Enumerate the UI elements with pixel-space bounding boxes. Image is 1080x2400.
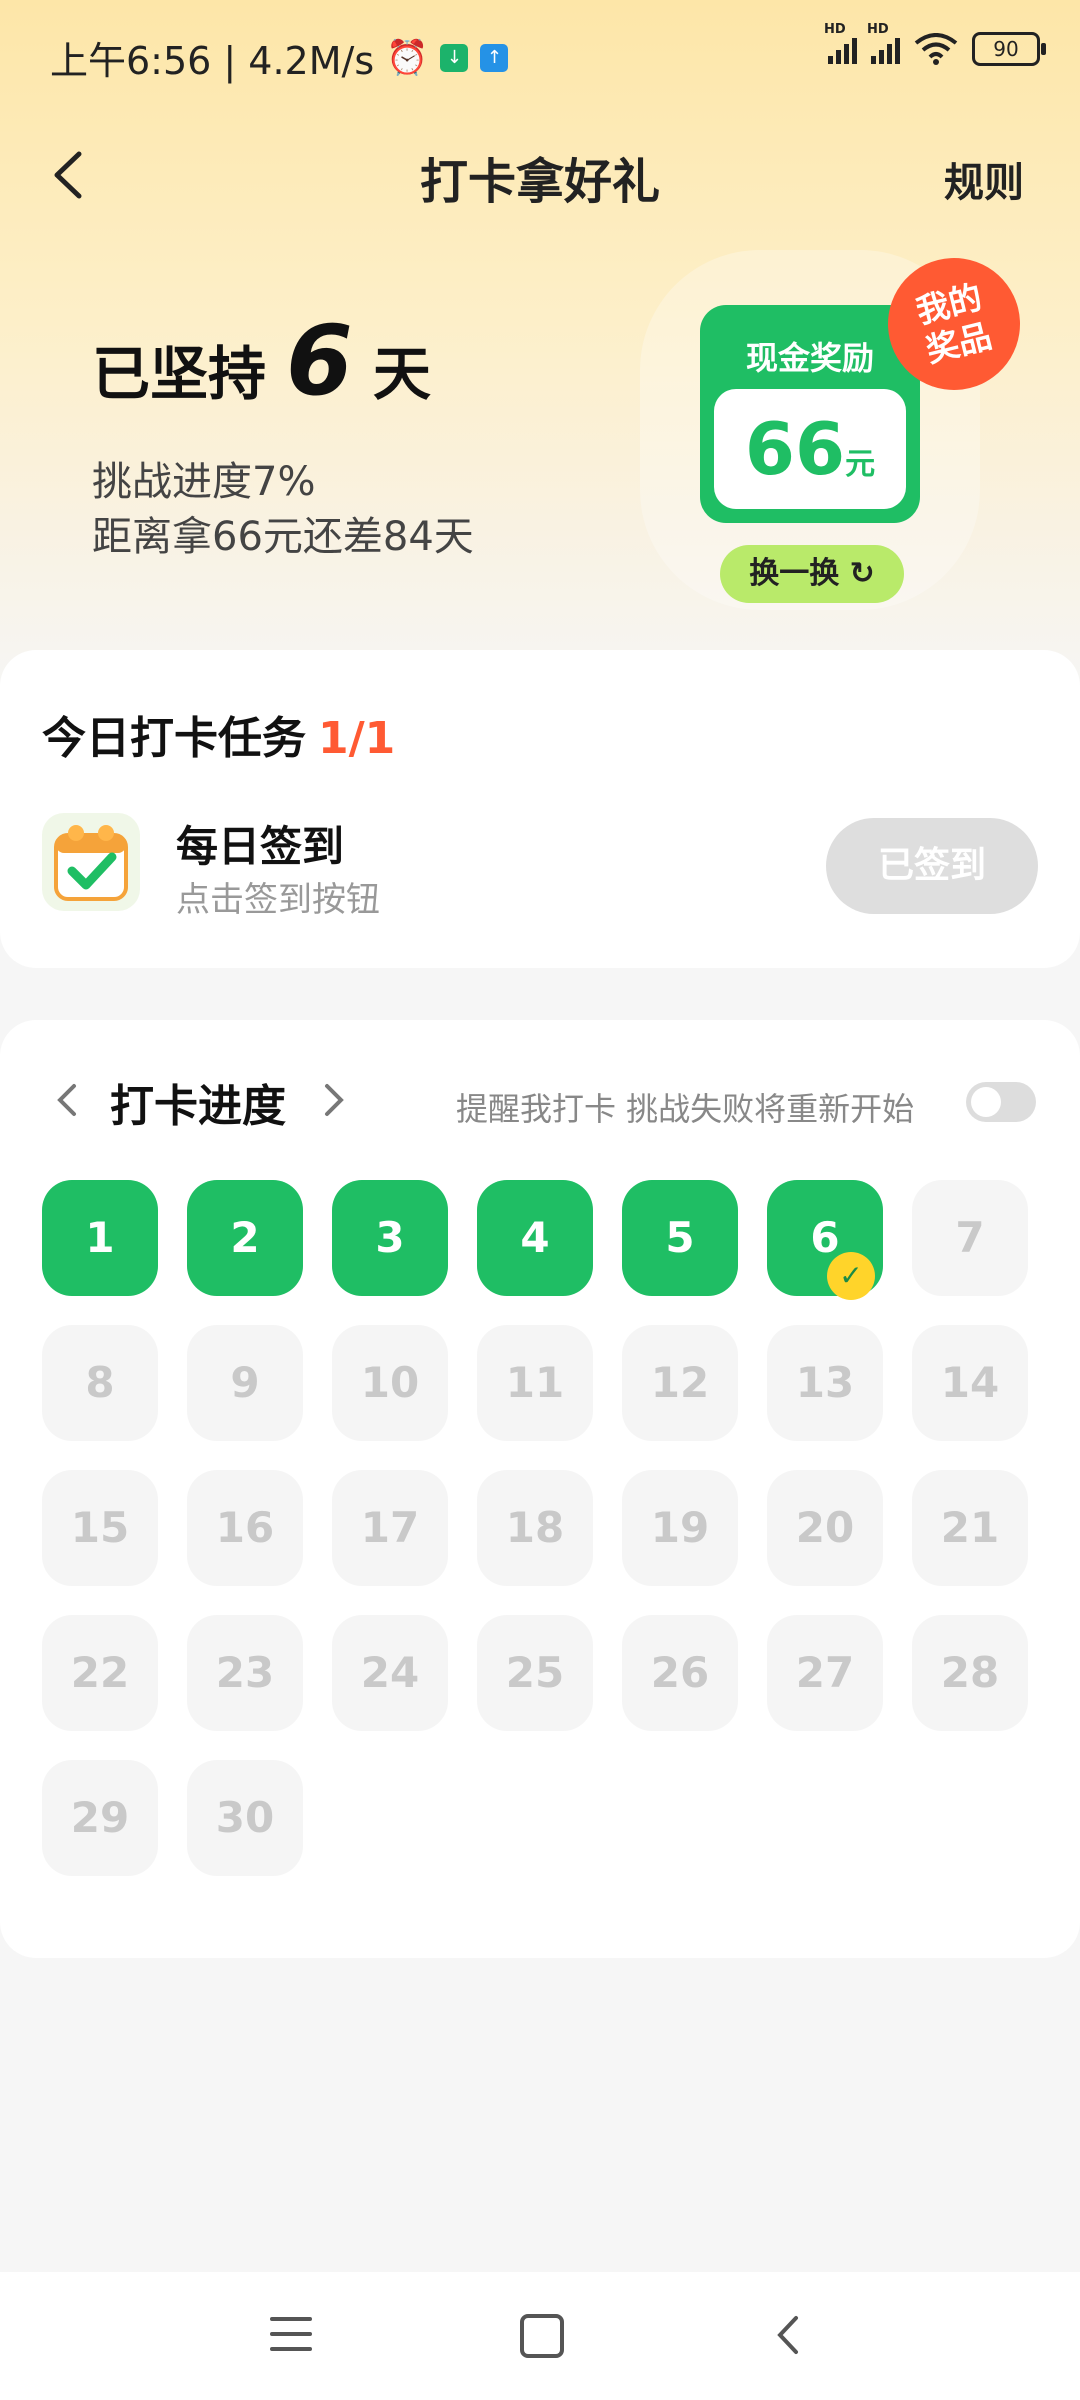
reward-unit: 元 <box>845 447 876 482</box>
reward-amount: 66 <box>744 407 846 491</box>
day-cell-14[interactable]: 14 <box>912 1325 1028 1441</box>
day-cell-19[interactable]: 19 <box>622 1470 738 1586</box>
status-time-speed: 上午6:56 | 4.2M/s <box>50 39 375 83</box>
day-cell-10[interactable]: 10 <box>332 1325 448 1441</box>
status-right: HD HD 90 <box>824 22 1046 66</box>
progress-header: 打卡进度 提醒我打卡 挑战失败将重新开始 <box>0 1060 1080 1140</box>
day-cell-29[interactable]: 29 <box>42 1760 158 1876</box>
day-cell-24[interactable]: 24 <box>332 1615 448 1731</box>
signed-in-button[interactable]: 已签到 <box>826 818 1038 914</box>
streak-suffix: 天 <box>372 340 431 408</box>
day-cell-18[interactable]: 18 <box>477 1470 593 1586</box>
status-left: 上午6:56 | 4.2M/s ⏰ ↓ ↑ <box>50 30 509 85</box>
day-cell-25[interactable]: 25 <box>477 1615 593 1731</box>
day-cell-26[interactable]: 26 <box>622 1615 738 1731</box>
hd-label-2: HD <box>867 22 889 37</box>
day-cell-12[interactable]: 12 <box>622 1325 738 1441</box>
day-cell-30[interactable]: 30 <box>187 1760 303 1876</box>
cellular-signal-icon-2: HD <box>867 22 900 64</box>
top-bar: 打卡拿好礼 规则 <box>0 130 1080 220</box>
calendar-check-icon <box>42 813 140 911</box>
reminder-toggle[interactable] <box>966 1082 1036 1122</box>
day-cell-17[interactable]: 17 <box>332 1470 448 1586</box>
status-bar: 上午6:56 | 4.2M/s ⏰ ↓ ↑ HD HD 90 <box>0 0 1080 110</box>
refresh-icon: ↻ <box>849 556 875 591</box>
day-cell-28[interactable]: 28 <box>912 1615 1028 1731</box>
previous-period-icon[interactable] <box>50 1080 86 1120</box>
progress-text: 挑战进度7% 距离拿66元还差84天 <box>92 455 474 565</box>
remaining-days-text: 距离拿66元还差84天 <box>92 514 474 560</box>
alarm-icon: ⏰ <box>386 37 429 78</box>
home-icon[interactable] <box>520 2314 564 2358</box>
day-grid: 1 2 3 4 5 6 ✓ 7 8 9 10 11 12 13 14 15 16 17 18 19 20 21 22 23 24… <box>42 1180 1042 1876</box>
checkin-progress-card: 打卡进度 提醒我打卡 挑战失败将重新开始 1 2 3 4 5 6 ✓ 7 8 9 10 11 12 13 1… <box>0 1020 1080 1958</box>
toggle-knob <box>971 1087 1001 1117</box>
day-cell-11[interactable]: 11 <box>477 1325 593 1441</box>
download-notification-icon: ↓ <box>440 43 469 72</box>
reminder-text: 提醒我打卡 挑战失败将重新开始 <box>456 1090 915 1128</box>
swap-label: 换一换 <box>749 556 840 591</box>
reward-amount-box: 66元 <box>714 389 906 509</box>
day-cell-4[interactable]: 4 <box>477 1180 593 1296</box>
progress-title: 打卡进度 <box>110 1081 286 1132</box>
day-cell-21[interactable]: 21 <box>912 1470 1028 1586</box>
day-cell-27[interactable]: 27 <box>767 1615 883 1731</box>
streak-summary: 已坚持 6 天 <box>92 305 431 417</box>
day-cell-16[interactable]: 16 <box>187 1470 303 1586</box>
swap-reward-button[interactable]: 换一换 ↻ <box>720 545 904 603</box>
system-back-icon[interactable] <box>768 2312 808 2358</box>
task-name: 每日签到 <box>176 822 345 871</box>
page-title: 打卡拿好礼 <box>419 154 660 210</box>
day-cell-9[interactable]: 9 <box>187 1325 303 1441</box>
today-task-title: 今日打卡任务 1/1 <box>42 702 395 766</box>
day-cell-5[interactable]: 5 <box>622 1180 738 1296</box>
today-check-icon: ✓ <box>827 1252 875 1300</box>
wifi-icon <box>914 33 958 65</box>
day-cell-8[interactable]: 8 <box>42 1325 158 1441</box>
day-cell-7[interactable]: 7 <box>912 1180 1028 1296</box>
day-cell-23[interactable]: 23 <box>187 1615 303 1731</box>
day-cell-20[interactable]: 20 <box>767 1470 883 1586</box>
reward-label: 现金奖励 <box>745 339 874 377</box>
task-subtitle: 点击签到按钮 <box>176 880 380 920</box>
day-cell-22[interactable]: 22 <box>42 1615 158 1731</box>
cash-reward-card[interactable]: 现金奖励 66元 <box>700 305 920 523</box>
today-task-title-text: 今日打卡任务 <box>42 713 306 764</box>
today-task-count: 1/1 <box>318 713 396 764</box>
hd-label: HD <box>824 22 846 37</box>
today-task-card: 今日打卡任务 1/1 每日签到 点击签到按钮 已签到 <box>0 650 1080 968</box>
challenge-progress: 挑战进度7% <box>92 459 316 505</box>
streak-prefix: 已坚持 <box>92 340 267 408</box>
streak-days: 6 <box>286 305 353 417</box>
day-cell-13[interactable]: 13 <box>767 1325 883 1441</box>
next-period-icon[interactable] <box>315 1080 351 1120</box>
day-cell-3[interactable]: 3 <box>332 1180 448 1296</box>
system-nav-bar <box>0 2272 1080 2400</box>
day-cell-2[interactable]: 2 <box>187 1180 303 1296</box>
day-cell-15[interactable]: 15 <box>42 1470 158 1586</box>
battery-indicator: 90 <box>972 32 1046 66</box>
cellular-signal-icon: HD <box>824 22 857 64</box>
upload-notification-icon: ↑ <box>480 43 509 72</box>
day-cell-6[interactable]: 6 ✓ <box>767 1180 883 1300</box>
rules-link[interactable]: 规则 <box>944 150 1024 208</box>
menu-icon[interactable] <box>270 2317 312 2353</box>
day-cell-1[interactable]: 1 <box>42 1180 158 1296</box>
day-cell-label: 6 <box>810 1213 840 1262</box>
